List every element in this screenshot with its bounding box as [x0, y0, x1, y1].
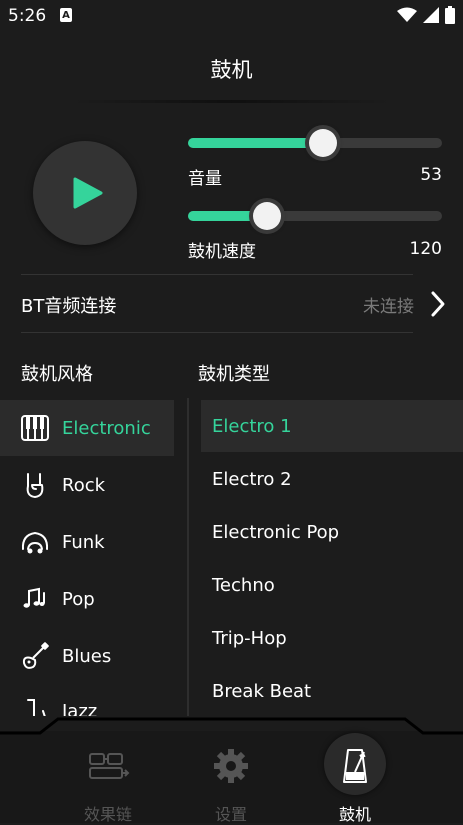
divider — [21, 274, 413, 275]
style-item-jazz[interactable]: Jazz — [0, 685, 174, 716]
volume-label: 音量 — [188, 169, 222, 189]
play-button[interactable] — [33, 141, 137, 245]
column-divider — [187, 398, 189, 716]
type-item[interactable]: Electronic Pop — [201, 506, 463, 558]
type-item-label: Electro 1 — [212, 415, 292, 437]
signal-icon — [423, 7, 439, 23]
wifi-icon — [397, 7, 417, 22]
music-notes-icon — [23, 587, 45, 608]
play-icon — [73, 177, 103, 209]
system-icons — [397, 6, 455, 24]
type-item-label: Break Beat — [212, 680, 312, 702]
styles-heading: 鼓机风格 — [21, 364, 93, 385]
type-item[interactable]: Electro 1 — [201, 400, 463, 452]
page-title: 鼓机 — [210, 58, 253, 82]
nav-label: 设置 — [214, 805, 247, 824]
bt-connection-status: 未连接 — [363, 297, 414, 317]
types-heading: 鼓机类型 — [198, 364, 270, 385]
type-item-label: Techno — [212, 574, 275, 596]
nav-settings[interactable]: 设置 — [171, 731, 291, 824]
metronome-icon — [343, 749, 367, 783]
guitar-icon — [22, 642, 49, 669]
title-divider — [70, 100, 393, 103]
tempo-slider[interactable] — [188, 202, 442, 230]
style-item-label: Blues — [62, 645, 112, 667]
style-item-label: Electronic — [62, 417, 151, 439]
nav-label: 鼓机 — [338, 805, 371, 824]
gear-icon — [214, 749, 248, 783]
chevron-right-icon[interactable] — [428, 290, 448, 318]
battery-icon — [445, 6, 455, 24]
style-item-blues[interactable]: Blues — [0, 628, 174, 684]
type-item-label: Electro 2 — [212, 468, 292, 490]
status-bar: 5:26 A — [0, 0, 463, 32]
type-item-label: Electronic Pop — [212, 521, 340, 543]
divider — [21, 332, 413, 333]
style-item-rock[interactable]: Rock — [0, 457, 174, 513]
nav-label: 效果链 — [83, 805, 132, 824]
nav-effects-chain[interactable]: 效果链 — [48, 731, 168, 824]
style-item-label: Rock — [62, 474, 106, 496]
volume-slider-knob[interactable] — [309, 129, 337, 157]
volume-slider-fill — [188, 138, 323, 148]
type-item-label: Trip-Hop — [212, 627, 287, 649]
tempo-label: 鼓机速度 — [188, 242, 256, 262]
type-item[interactable]: Break Beat — [201, 665, 463, 717]
a-notification-icon: A — [60, 8, 72, 22]
style-item-label: Pop — [62, 588, 95, 610]
nav-drum-machine[interactable]: 鼓机 — [295, 731, 415, 824]
tempo-value: 120 — [409, 239, 442, 259]
style-item-funk[interactable]: Funk — [0, 514, 174, 570]
bt-audio-label: BT音频连接 — [21, 296, 117, 317]
type-item[interactable]: Techno — [201, 559, 463, 611]
afro-hair-icon — [21, 531, 49, 554]
style-list-clip: Jazz — [0, 685, 174, 716]
volume-value: 53 — [420, 165, 442, 185]
volume-slider[interactable] — [188, 129, 442, 157]
type-item[interactable]: Electro 2 — [201, 453, 463, 505]
type-item[interactable]: Trip-Hop — [201, 612, 463, 664]
style-item-pop[interactable]: Pop — [0, 571, 174, 627]
style-item-label: Funk — [62, 531, 105, 553]
status-time: 5:26 — [8, 6, 47, 26]
effects-chain-icon — [89, 753, 130, 779]
style-item-electronic[interactable]: Electronic — [0, 400, 174, 456]
tempo-slider-knob[interactable] — [253, 202, 281, 230]
rock-hand-icon — [26, 473, 44, 498]
piano-keys-icon — [21, 415, 49, 441]
